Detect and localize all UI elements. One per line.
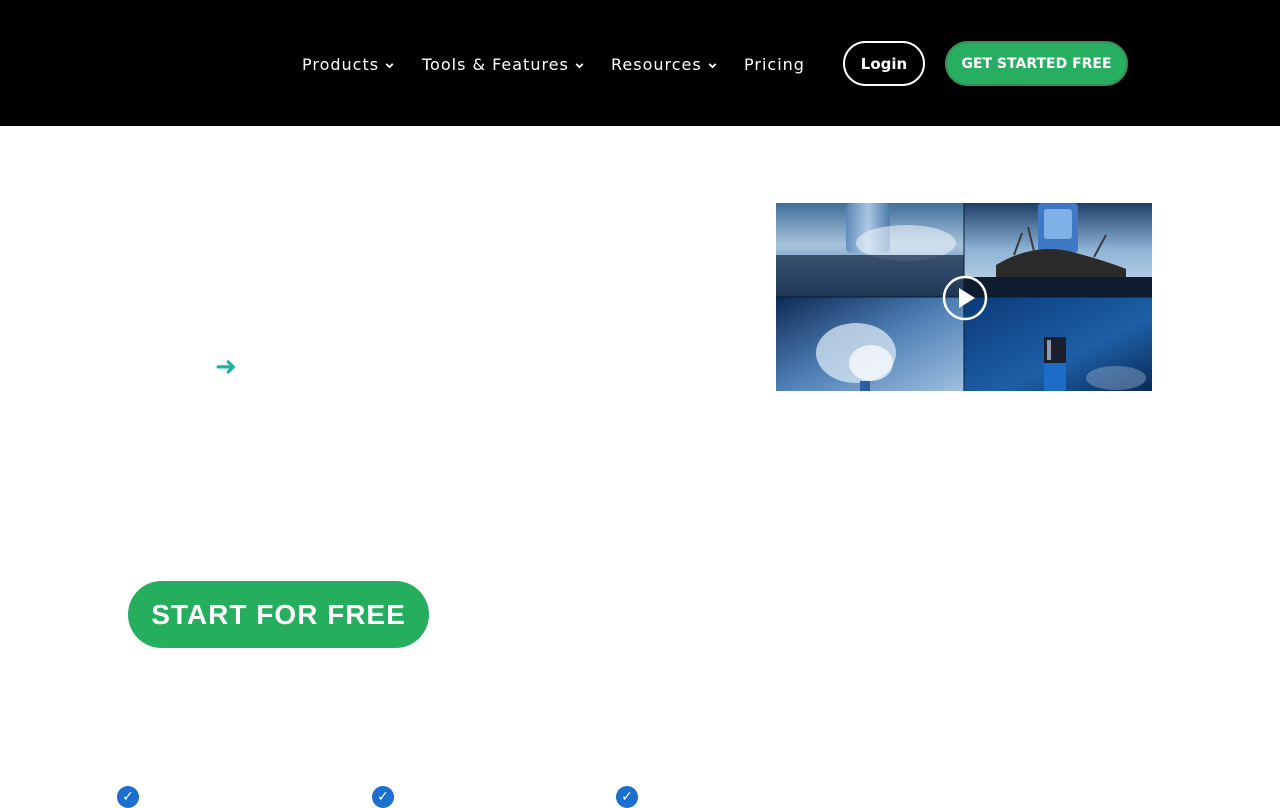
nav-item-label: Pricing (744, 55, 805, 74)
arrow-right-icon: ➜ (215, 352, 237, 382)
chevron-down-icon (385, 63, 394, 69)
check-icon: ✓ (372, 786, 394, 808)
nav-item-label: Products (302, 55, 380, 74)
video-thumbnail[interactable] (776, 203, 1152, 391)
login-button[interactable]: Login (843, 41, 925, 86)
get-started-free-button[interactable]: GET STARTED FREE (945, 41, 1128, 86)
nav-item-pricing[interactable]: Pricing (744, 55, 805, 74)
nav-item-resources[interactable]: Resources (611, 55, 744, 74)
site-header: Products Tools & Features Resources Pric… (0, 0, 1280, 126)
nav-item-label: Resources (611, 55, 702, 74)
chevron-down-icon (575, 63, 584, 69)
nav-item-products[interactable]: Products (302, 55, 422, 74)
nav-item-label: Tools & Features (422, 55, 569, 74)
start-for-free-button[interactable]: START FOR FREE (128, 581, 429, 648)
chevron-down-icon (708, 63, 717, 69)
main-nav: Products Tools & Features Resources Pric… (302, 55, 805, 74)
check-icon: ✓ (616, 786, 638, 808)
check-icon: ✓ (117, 786, 139, 808)
nav-item-tools-features[interactable]: Tools & Features (422, 55, 611, 74)
play-icon[interactable] (942, 275, 988, 321)
